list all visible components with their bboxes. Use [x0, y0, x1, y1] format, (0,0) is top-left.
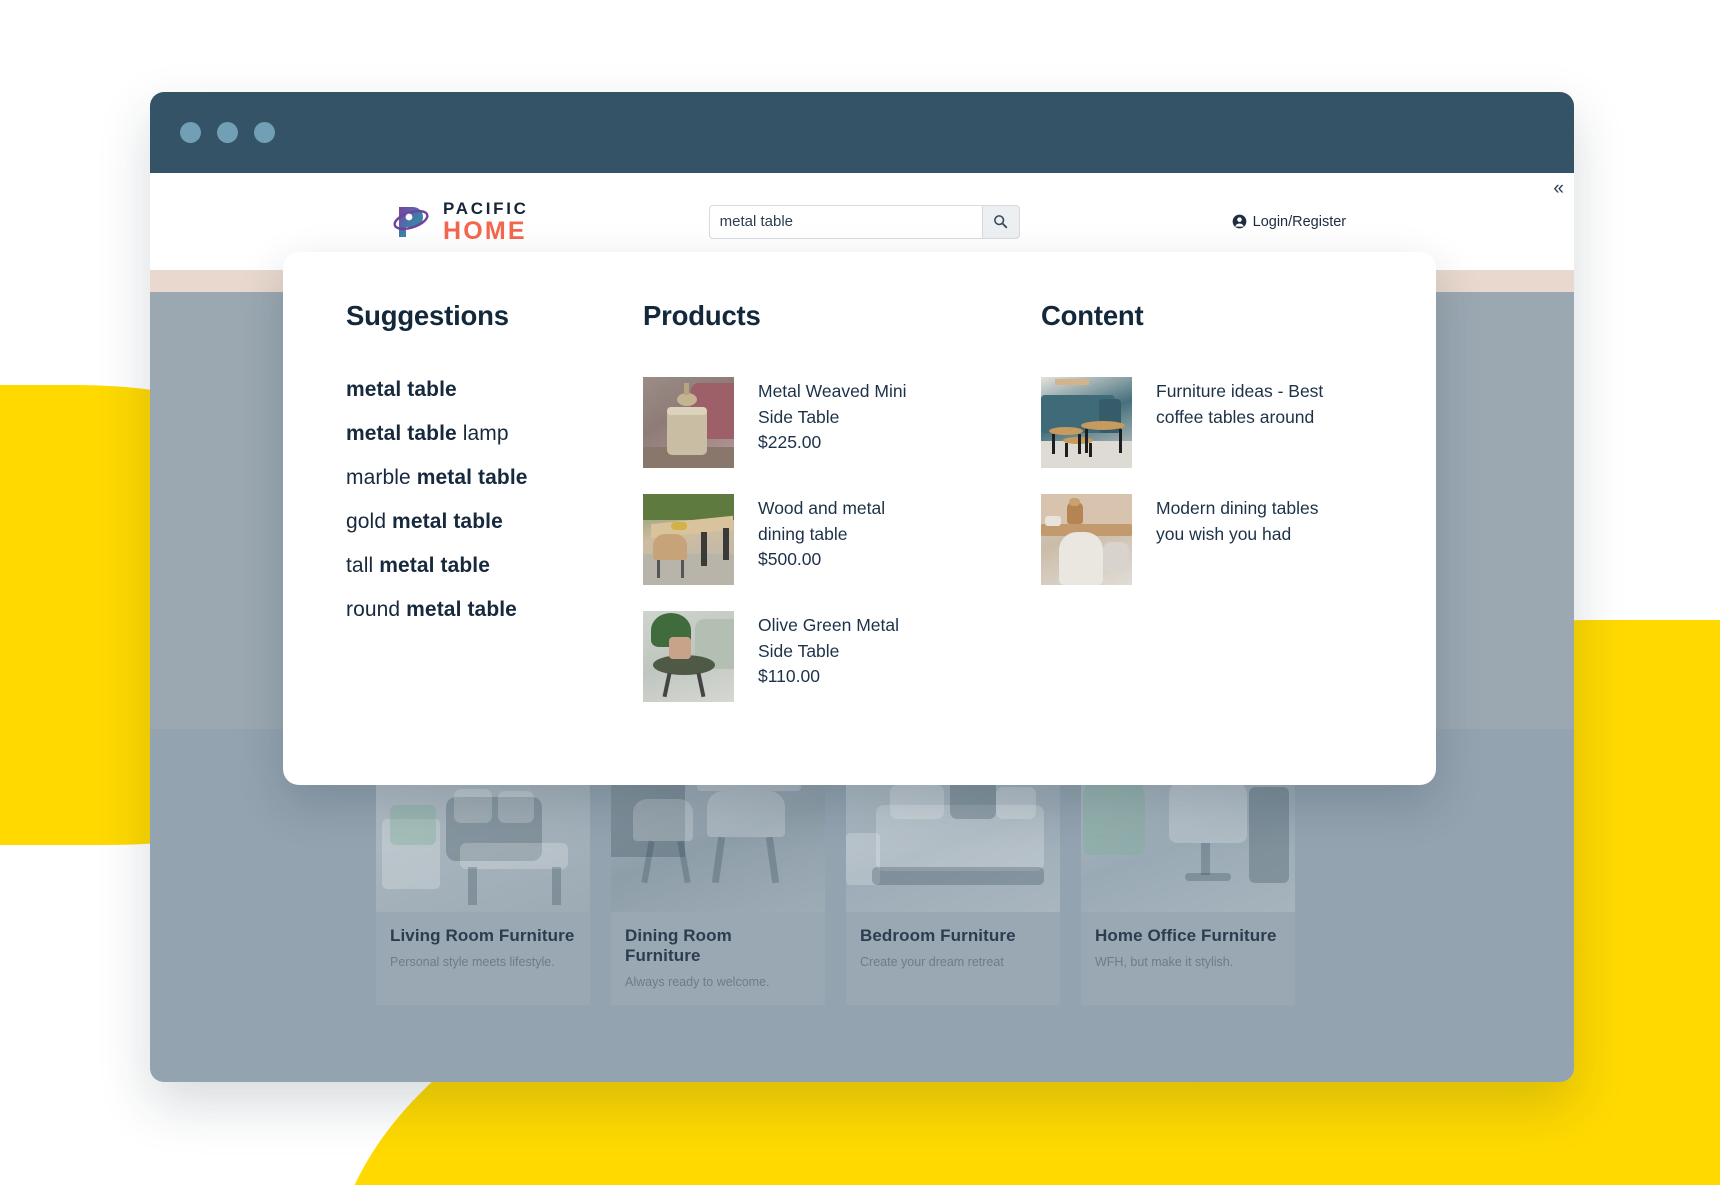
- search-suggestions-panel: Suggestions metal table metal table lamp…: [283, 252, 1436, 785]
- suggestion-item[interactable]: tall metal table: [346, 554, 621, 578]
- category-subtitle: Create your dream retreat: [860, 954, 1004, 969]
- content-heading: Content: [1041, 300, 1144, 331]
- suggestion-match: metal table: [346, 378, 457, 401]
- window-close-dot[interactable]: [180, 122, 201, 143]
- suggestions-heading: Suggestions: [346, 300, 509, 331]
- product-name: Wood and metal dining table: [758, 498, 886, 544]
- coffee-tables-article-thumb-image: [1041, 377, 1132, 468]
- suggestion-prefix: marble: [346, 466, 417, 489]
- category-card-body: Dining Room Furniture Always ready to we…: [611, 912, 825, 1005]
- suggestion-item[interactable]: metal table lamp: [346, 422, 621, 446]
- category-subtitle: Always ready to welcome.: [625, 974, 770, 989]
- browser-title-bar: [150, 92, 1574, 173]
- search-icon: [994, 215, 1008, 229]
- category-title: Dining Room Furniture: [625, 926, 732, 965]
- suggestion-match: metal table: [392, 510, 503, 533]
- user-circle-icon: [1232, 214, 1246, 229]
- logo-text-home: HOME: [443, 216, 527, 245]
- product-result-item[interactable]: Wood and metal dining table $500.00: [643, 494, 1021, 585]
- collapse-panel-icon[interactable]: «: [1553, 179, 1564, 198]
- category-card-body: Bedroom Furniture Create your dream retr…: [846, 912, 1060, 985]
- suggestion-suffix: lamp: [456, 422, 509, 445]
- category-row: Living Room Furniture Personal style mee…: [150, 747, 1574, 1005]
- products-heading: Products: [643, 300, 761, 331]
- category-card-bedroom[interactable]: Bedroom Furniture Create your dream retr…: [846, 747, 1060, 1005]
- category-subtitle: Personal style meets lifestyle.: [390, 954, 555, 969]
- suggestion-item[interactable]: gold metal table: [346, 510, 621, 534]
- content-column: Content Furniture ideas - Best coffee ta…: [1021, 300, 1421, 785]
- search-bar: [708, 204, 1020, 239]
- suggestion-item[interactable]: marble metal table: [346, 466, 621, 490]
- content-result-item[interactable]: Furniture ideas - Best coffee tables aro…: [1041, 377, 1421, 468]
- suggestion-prefix: gold: [346, 510, 393, 533]
- category-card-body: Living Room Furniture Personal style mee…: [376, 912, 590, 985]
- category-title: Bedroom Furniture: [860, 926, 1016, 945]
- login-register-label: Login/Register: [1252, 213, 1347, 230]
- content-result-item[interactable]: Modern dining tables you wish you had: [1041, 494, 1421, 585]
- category-title: Home Office Furniture: [1095, 926, 1277, 945]
- product-price: $110.00: [758, 666, 820, 687]
- content-result-title: Furniture ideas - Best coffee tables aro…: [1156, 381, 1324, 427]
- wood-metal-dining-table-thumb-image: [643, 494, 734, 585]
- window-maximize-dot[interactable]: [254, 122, 275, 143]
- content-list: Furniture ideas - Best coffee tables aro…: [1041, 377, 1421, 585]
- products-column: Products Metal Weaved Mini Side Table $2…: [621, 300, 1021, 785]
- product-price: $500.00: [758, 549, 822, 570]
- product-result-item[interactable]: Olive Green Metal Side Table $110.00: [643, 611, 1021, 702]
- metal-weaved-side-table-thumb-image: [643, 377, 734, 468]
- olive-green-side-table-thumb-image: [643, 611, 734, 702]
- product-name: Metal Weaved Mini Side Table: [758, 381, 907, 427]
- product-name: Olive Green Metal Side Table: [758, 615, 900, 661]
- category-card-body: Home Office Furniture WFH, but make it s…: [1081, 912, 1295, 985]
- suggestion-match: metal table: [416, 466, 528, 489]
- category-card-living-room[interactable]: Living Room Furniture Personal style mee…: [376, 747, 590, 1005]
- suggestion-match: metal table: [379, 554, 490, 577]
- product-result-text: Olive Green Metal Side Table $110.00: [758, 611, 933, 702]
- category-subtitle: WFH, but make it stylish.: [1095, 954, 1234, 969]
- dining-tables-article-thumb-image: [1041, 494, 1132, 585]
- suggestions-column: Suggestions metal table metal table lamp…: [283, 300, 621, 785]
- product-result-item[interactable]: Metal Weaved Mini Side Table $225.00: [643, 377, 1021, 468]
- content-result-title: Modern dining tables you wish you had: [1156, 498, 1319, 544]
- product-result-text: Metal Weaved Mini Side Table $225.00: [758, 377, 933, 468]
- products-list: Metal Weaved Mini Side Table $225.00 Woo…: [643, 377, 1021, 702]
- login-register-link[interactable]: Login/Register: [1232, 213, 1347, 230]
- logo-text-pacific: PACIFIC: [443, 198, 529, 218]
- product-result-text: Wood and metal dining table $500.00: [758, 494, 933, 585]
- suggestion-item[interactable]: metal table: [346, 378, 621, 402]
- search-input[interactable]: [708, 204, 982, 239]
- category-card-dining-room[interactable]: Dining Room Furniture Always ready to we…: [611, 747, 825, 1005]
- search-submit-button[interactable]: [981, 204, 1020, 239]
- suggestion-match: metal table: [346, 422, 457, 445]
- pacific-home-p-mark-icon: [390, 201, 432, 243]
- site-logo[interactable]: PACIFIC HOME: [390, 200, 529, 244]
- window-minimize-dot[interactable]: [217, 122, 238, 143]
- product-price: $225.00: [758, 432, 822, 453]
- suggestion-prefix: tall: [346, 554, 380, 577]
- suggestions-list: metal table metal table lamp marble meta…: [346, 378, 621, 622]
- suggestion-prefix: round: [346, 598, 407, 621]
- suggestion-match: metal table: [406, 598, 517, 621]
- suggestion-item[interactable]: round metal table: [346, 598, 621, 622]
- category-title: Living Room Furniture: [390, 926, 575, 945]
- logo-wordmark: PACIFIC HOME: [443, 200, 529, 244]
- category-card-home-office[interactable]: Home Office Furniture WFH, but make it s…: [1081, 747, 1295, 1005]
